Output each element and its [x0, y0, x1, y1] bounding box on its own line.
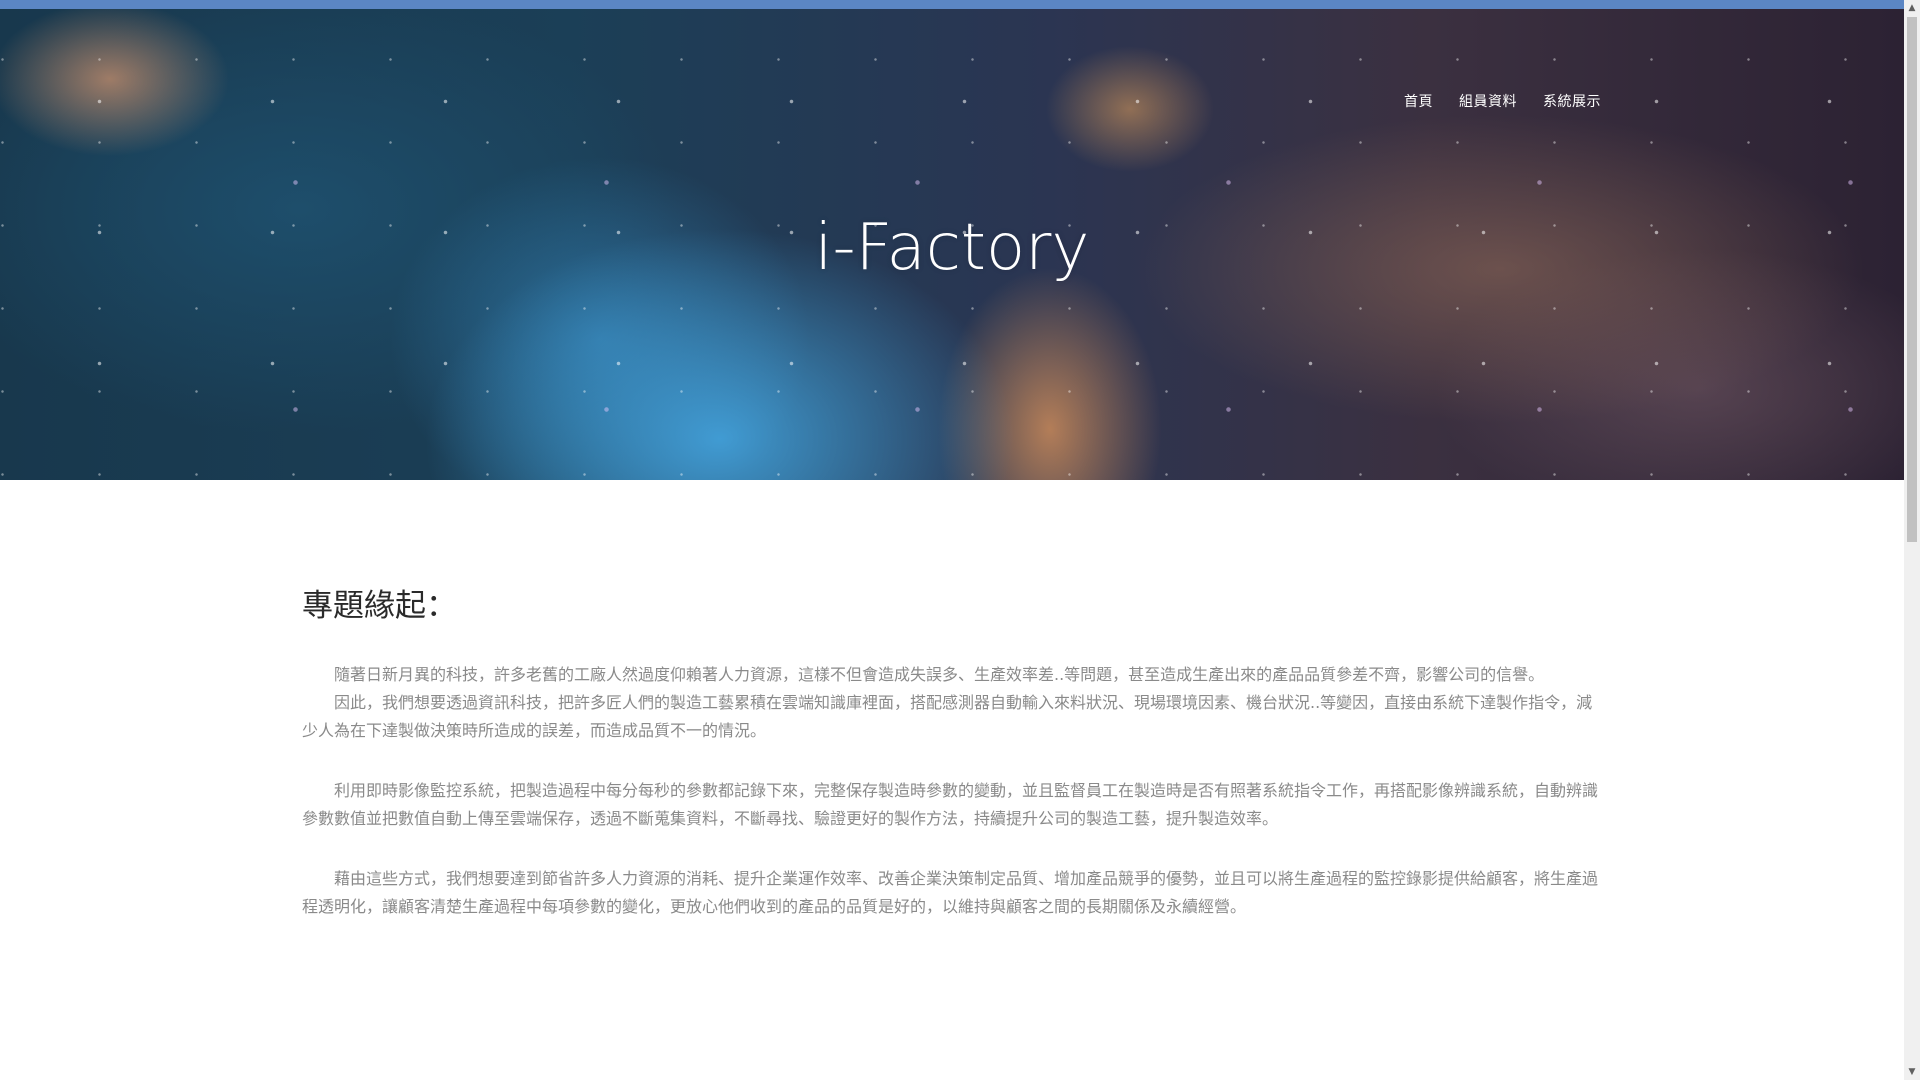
paragraph-2: 因此，我們想要透過資訊科技，把許多匠人們的製造工藝累積在雲端知識庫裡面，搭配感測…: [302, 693, 1593, 740]
main-nav: 首頁 組員資料 系統展示: [1404, 91, 1601, 111]
triangle-down-icon[interactable]: ▼: [1904, 1064, 1920, 1080]
nav-item-team[interactable]: 組員資料: [1459, 91, 1517, 111]
nav-item-home[interactable]: 首頁: [1404, 91, 1433, 111]
section-heading: 專題緣起：: [302, 588, 457, 624]
triangle-up-icon[interactable]: ▲: [1904, 0, 1920, 16]
hero-banner: 首頁 組員資料 系統展示 i-Factory: [0, 9, 1904, 480]
vertical-scrollbar[interactable]: ▲ ▼: [1904, 0, 1920, 1080]
paragraph-4: 藉由這些方式，我們想要達到節省許多人力資源的消耗、提升企業運作效率、改善企業決策…: [302, 869, 1599, 916]
site-title: i-Factory: [814, 211, 1090, 285]
top-accent-strip: [0, 0, 1904, 9]
paragraph-1: 隨著日新月異的科技，許多老舊的工廠人然過度仰賴著人力資源，這樣不但會造成失誤多、…: [334, 665, 1545, 684]
main-content: 專題緣起： 隨著日新月異的科技，許多老舊的工廠人然過度仰賴著人力資源，這樣不但會…: [302, 580, 1602, 945]
paragraph-3: 利用即時影像監控系統，把製造過程中每分每秒的參數都記錄下來，完整保存製造時參數的…: [302, 781, 1599, 828]
page: 首頁 組員資料 系統展示 i-Factory 專題緣起： 隨著日新月異的科技，許…: [0, 0, 1920, 1080]
scrollbar-thumb[interactable]: [1907, 17, 1917, 542]
nav-item-demo[interactable]: 系統展示: [1543, 91, 1601, 111]
